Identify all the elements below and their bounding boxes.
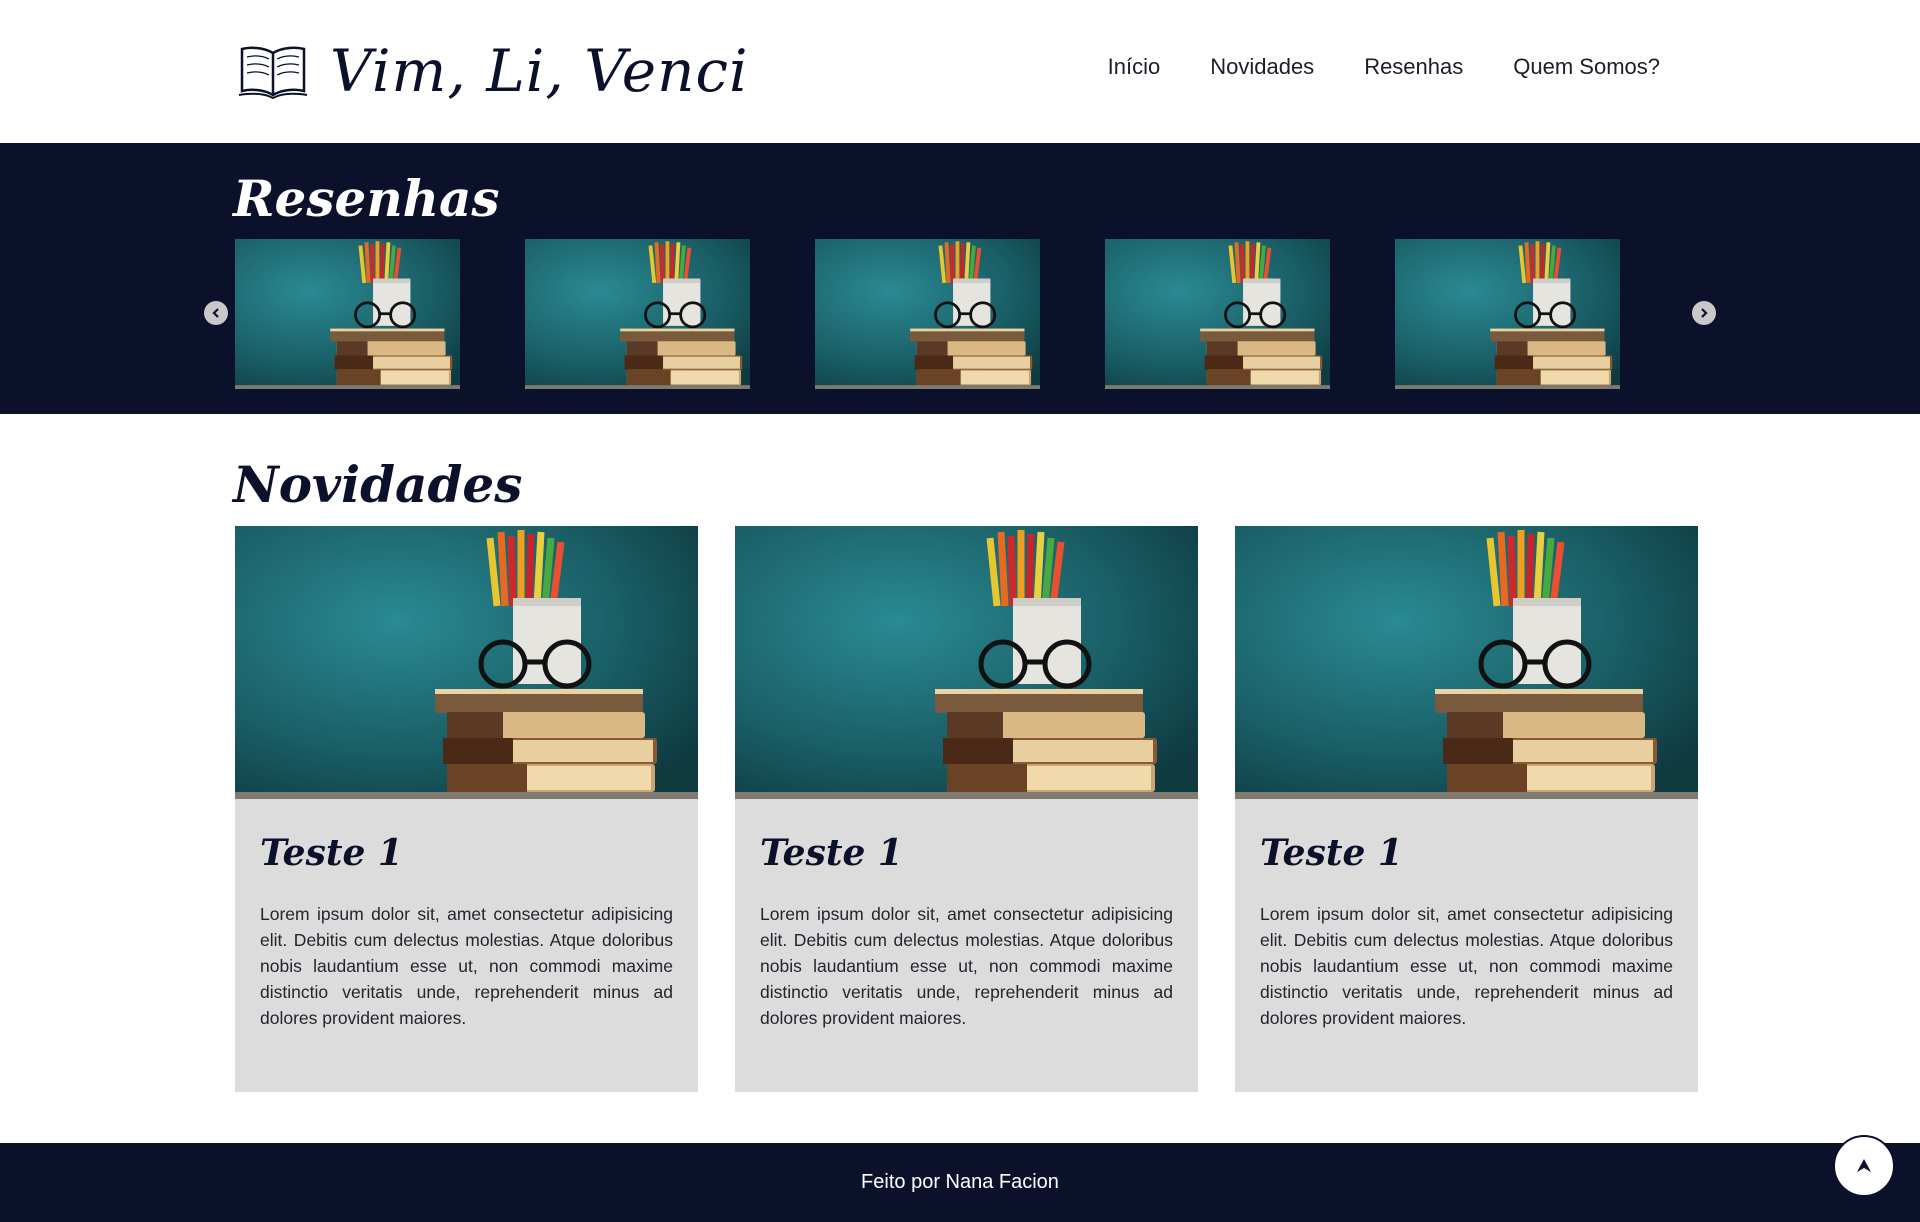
review-thumbnail[interactable]	[1395, 239, 1620, 389]
card-title: Teste 1	[1260, 832, 1403, 874]
card-title: Teste 1	[260, 832, 403, 874]
open-book-icon	[238, 46, 308, 99]
books-pencils-photo	[1105, 239, 1330, 389]
books-pencils-photo	[1395, 239, 1620, 389]
site-header: Vim, Li, Venci Início Novidades Resenhas…	[0, 0, 1920, 143]
card-image	[735, 526, 1198, 799]
chevron-left-icon	[212, 308, 219, 318]
card-text: Lorem ipsum dolor sit, amet consectetur …	[760, 904, 1173, 1028]
card-title: Teste 1	[760, 832, 903, 874]
carousel-prev-button[interactable]	[204, 301, 228, 325]
books-pencils-photo	[735, 526, 1198, 799]
nav-link-inicio[interactable]: Início	[1108, 54, 1161, 80]
news-title: Novidades	[233, 455, 523, 514]
news-card[interactable]: Teste 1 Lorem ipsum dolor sit, amet cons…	[735, 526, 1198, 1092]
carousel-next-button[interactable]	[1692, 301, 1716, 325]
card-image	[235, 526, 698, 799]
news-card[interactable]: Teste 1 Lorem ipsum dolor sit, amet cons…	[235, 526, 698, 1092]
books-pencils-photo	[1235, 526, 1698, 799]
reviews-title: Resenhas	[233, 169, 500, 228]
footer-credit: Feito por Nana Facion	[861, 1171, 1059, 1193]
card-text: Lorem ipsum dolor sit, amet consectetur …	[260, 904, 673, 1028]
arrow-up-icon	[1857, 1159, 1871, 1172]
nav-link-novidades[interactable]: Novidades	[1210, 54, 1314, 80]
card-text: Lorem ipsum dolor sit, amet consectetur …	[1260, 904, 1673, 1028]
site-footer: Feito por Nana Facion	[0, 1143, 1920, 1222]
logo-text: Vim, Li, Venci	[330, 37, 749, 105]
books-pencils-photo	[235, 526, 698, 799]
main-nav: Início Novidades Resenhas Quem Somos?	[1108, 54, 1660, 80]
nav-link-resenhas[interactable]: Resenhas	[1364, 54, 1463, 80]
nav-link-quem-somos[interactable]: Quem Somos?	[1513, 54, 1660, 80]
news-card[interactable]: Teste 1 Lorem ipsum dolor sit, amet cons…	[1235, 526, 1698, 1092]
review-thumbnail[interactable]	[525, 239, 750, 389]
review-thumbnail[interactable]	[235, 239, 460, 389]
back-to-top-button[interactable]	[1833, 1135, 1895, 1197]
chevron-right-icon	[1701, 308, 1708, 318]
books-pencils-photo	[235, 239, 460, 389]
reviews-section: Resenhas	[0, 143, 1920, 414]
review-thumbnail[interactable]	[1105, 239, 1330, 389]
card-image	[1235, 526, 1698, 799]
site-logo[interactable]: Vim, Li, Venci	[238, 36, 749, 106]
review-thumbnail[interactable]	[815, 239, 1040, 389]
books-pencils-photo	[525, 239, 750, 389]
books-pencils-photo	[815, 239, 1040, 389]
